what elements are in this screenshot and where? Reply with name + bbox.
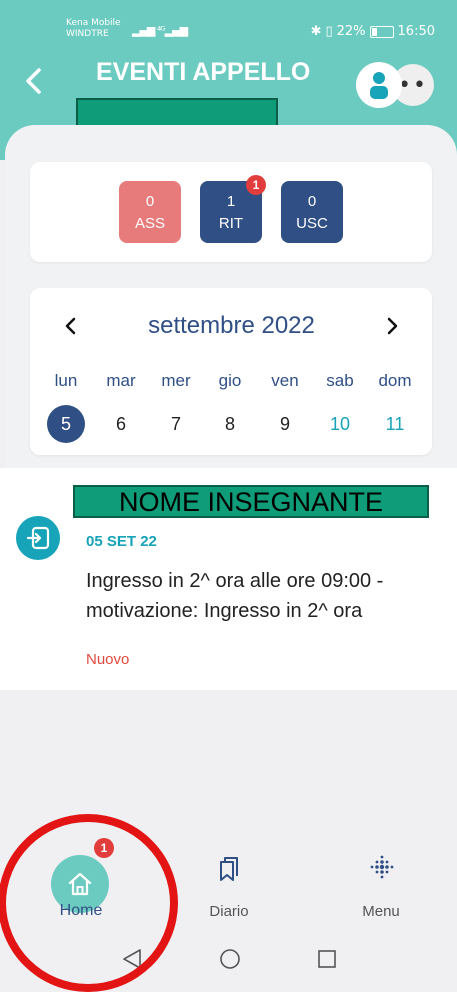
calendar-day[interactable]: 10 bbox=[321, 405, 359, 443]
status-bar: Kena Mobile WINDTRE ▂▄▆ ⁴ᴳ▂▄▆ ✱ ▯ 22% 16… bbox=[0, 18, 457, 48]
back-button[interactable] bbox=[22, 66, 46, 96]
counter-label: ASS bbox=[134, 215, 165, 232]
page-title: EVENTI APPELLO bbox=[96, 58, 311, 86]
carrier-1: Kena Mobile bbox=[66, 18, 121, 28]
profile-switcher[interactable]: •• bbox=[356, 62, 438, 108]
teacher-name: NOME INSEGNANTE bbox=[73, 485, 429, 518]
weekday-label: lun bbox=[54, 371, 78, 390]
next-month-button[interactable] bbox=[381, 314, 403, 338]
battery-percent: 22% bbox=[336, 24, 366, 39]
event-date: 05 SET 22 bbox=[86, 533, 157, 550]
calendar-day[interactable]: 6 bbox=[102, 405, 140, 443]
dots-icon: •• bbox=[398, 72, 428, 98]
calendar-day[interactable]: 7 bbox=[157, 405, 195, 443]
bookmarks-icon bbox=[220, 857, 238, 881]
counters-card: 0 ASS 1 RIT 1 0 USC bbox=[30, 162, 432, 262]
person-icon bbox=[370, 72, 388, 99]
nav-menu[interactable]: Menu bbox=[305, 830, 457, 934]
weekday-label: dom bbox=[378, 371, 412, 390]
calendar-day-selected[interactable]: 5 bbox=[47, 405, 85, 443]
week-calendar: settembre 2022 lun mar mer gio ven sab d… bbox=[30, 288, 432, 455]
counter-value: 0 bbox=[307, 193, 317, 210]
chevron-left-icon bbox=[26, 68, 41, 94]
calendar-day[interactable]: 8 bbox=[211, 405, 249, 443]
notification-badge: 1 bbox=[246, 175, 266, 195]
calendar-day[interactable]: 9 bbox=[266, 405, 304, 443]
nav-label: Menu bbox=[362, 903, 400, 920]
signal-icon: ▂▄▆ ⁴ᴳ▂▄▆ bbox=[132, 24, 188, 37]
dots-grid-icon bbox=[370, 855, 394, 879]
previous-month-button[interactable] bbox=[60, 314, 82, 338]
weekday-label: ven bbox=[271, 371, 299, 390]
weekday-label: gio bbox=[218, 371, 242, 390]
entry-icon bbox=[26, 526, 50, 550]
bluetooth-icon: ✱ bbox=[310, 24, 322, 39]
counter-label: RIT bbox=[218, 215, 244, 232]
annotation-circle bbox=[0, 814, 178, 992]
event-type-badge bbox=[16, 516, 60, 560]
event-description: Ingresso in 2^ ora alle ore 09:00 - moti… bbox=[86, 570, 384, 622]
counter-assenze[interactable]: 0 ASS bbox=[119, 181, 181, 243]
carrier-info: Kena Mobile WINDTRE bbox=[66, 18, 121, 40]
weekday-label: mar bbox=[106, 371, 136, 390]
weekday-label: mer bbox=[161, 371, 191, 390]
status-right: ✱ ▯ 22% 16:50 bbox=[311, 24, 435, 39]
calendar-day[interactable]: 11 bbox=[376, 405, 414, 443]
carrier-2: WINDTRE bbox=[66, 29, 109, 39]
chevron-left-icon bbox=[65, 317, 76, 335]
event-status: Nuovo bbox=[86, 651, 130, 668]
vibrate-icon: ▯ bbox=[325, 24, 333, 39]
counter-value: 0 bbox=[145, 193, 155, 210]
event-item[interactable]: NOME INSEGNANTE 05 SET 22 Ingresso in 2^… bbox=[0, 468, 457, 690]
counter-label: USC bbox=[296, 215, 328, 232]
square-recents-icon[interactable] bbox=[315, 947, 339, 971]
counter-uscite[interactable]: 0 USC bbox=[281, 181, 343, 243]
avatar[interactable] bbox=[356, 62, 402, 108]
battery-icon bbox=[369, 25, 394, 38]
chevron-right-icon bbox=[387, 317, 398, 335]
circle-home-icon[interactable] bbox=[218, 947, 242, 971]
month-label: settembre 2022 bbox=[148, 312, 315, 339]
weekday-label: sab bbox=[326, 371, 354, 390]
clock: 16:50 bbox=[397, 24, 435, 39]
